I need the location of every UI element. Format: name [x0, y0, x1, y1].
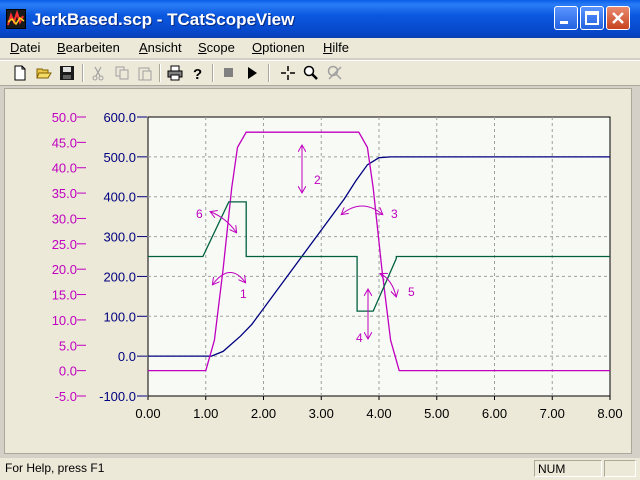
x-tick-label: 5.00	[424, 406, 449, 421]
y-axis-magenta-tick-label: 15.0	[52, 288, 77, 303]
x-tick-label: 3.00	[309, 406, 334, 421]
y-axis-magenta-tick-label: 0.0	[59, 364, 77, 379]
y-axis-blue-tick-label: 200.0	[103, 269, 136, 284]
y-axis-magenta-tick-label: 5.0	[59, 338, 77, 353]
y-axis-magenta-tick-label: 25.0	[52, 237, 77, 252]
scope-chart[interactable]: 0.00 1.00 2.00 3.00 4.00 5.00 6.00 7.00 8.00 600.…	[0, 0, 640, 480]
x-tick-label: 8.00	[597, 406, 622, 421]
y-axis-blue-tick-label: 600.0	[103, 110, 136, 125]
annotation-label-1: 1	[240, 287, 247, 301]
y-axis-magenta-tick-label: 30.0	[52, 211, 77, 226]
x-tick-label: 7.00	[540, 406, 565, 421]
annotation-label-2: 2	[314, 173, 321, 187]
y-axis-blue-tick-label: 400.0	[103, 190, 136, 205]
status-help-text: For Help, press F1	[5, 461, 105, 475]
y-axis-magenta-tick-label: 45.0	[52, 135, 77, 150]
y-axis-blue-tick-label: 100.0	[103, 309, 136, 324]
annotation-label-5: 5	[408, 285, 415, 299]
y-axis-magenta-tick-label: -5.0	[55, 389, 77, 404]
status-empty-panel	[604, 460, 636, 477]
y-axis-magenta-tick-label: 50.0	[52, 110, 77, 125]
x-tick-label: 4.00	[366, 406, 391, 421]
x-tick-label: 0.00	[135, 406, 160, 421]
y-axis-blue-tick-label: 300.0	[103, 230, 136, 245]
x-tick-label: 2.00	[251, 406, 276, 421]
annotation-label-4: 4	[356, 331, 363, 345]
y-axis-magenta-tick-label: 20.0	[52, 262, 77, 277]
status-num-panel: NUM	[534, 460, 602, 477]
y-axis-blue-tick-label: 500.0	[103, 150, 136, 165]
y-axis-blue-tick-label: -100.0	[99, 389, 136, 404]
x-tick-label: 1.00	[193, 406, 218, 421]
annotation-label-3: 3	[391, 207, 398, 221]
num-indicator: NUM	[538, 462, 566, 476]
y-axis-magenta-tick-label: 35.0	[52, 186, 77, 201]
annotation-label-6: 6	[196, 207, 203, 221]
y-axis-magenta-tick-label: 10.0	[52, 313, 77, 328]
y-axis-magenta-tick-label: 40.0	[52, 161, 77, 176]
x-tick-label: 6.00	[482, 406, 507, 421]
y-axis-blue-tick-label: 0.0	[118, 349, 136, 364]
status-bar: For Help, press F1 NUM	[0, 458, 640, 480]
